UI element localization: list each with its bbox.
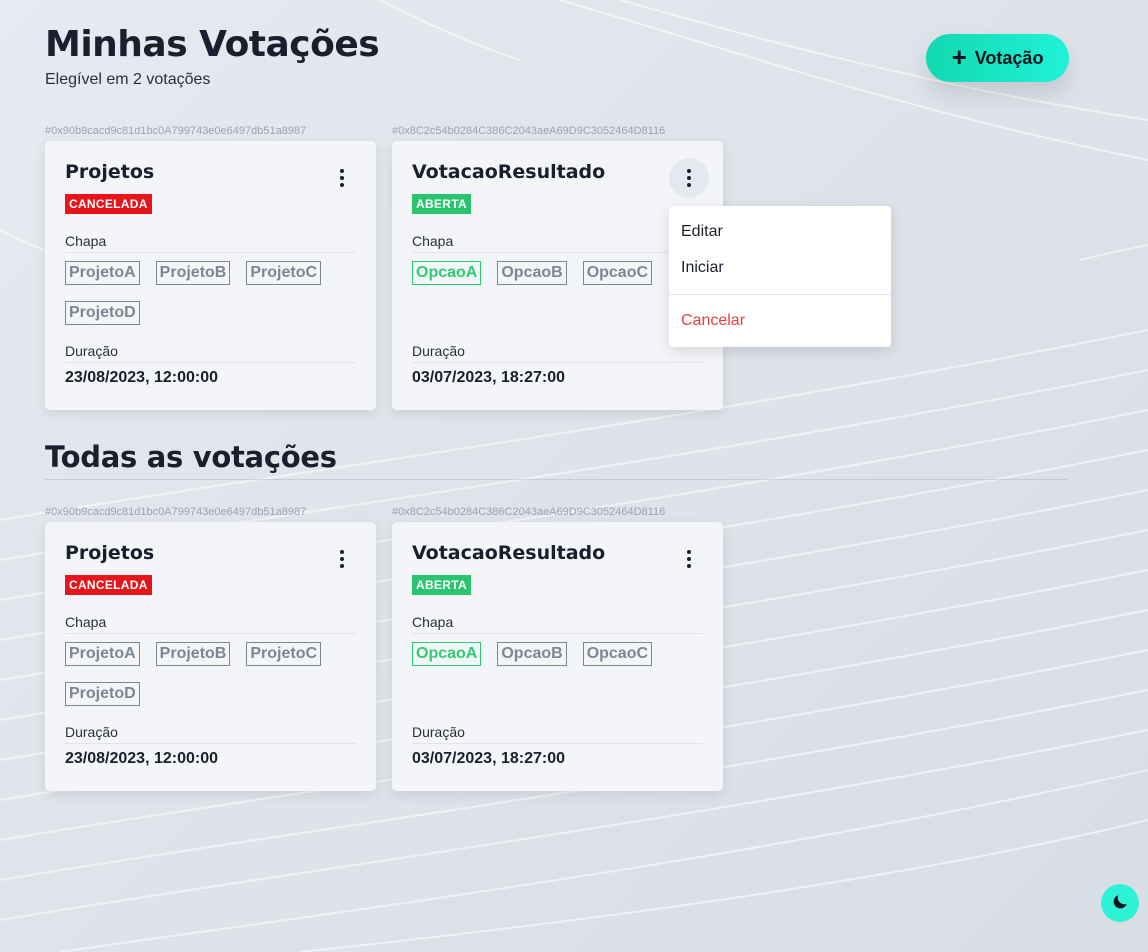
vote-title: Projetos [65,542,155,564]
menu-item-start[interactable]: Iniciar [681,259,724,277]
option-tag: OpcaoC [582,261,653,285]
more-vertical-icon [340,550,344,568]
vote-card: Projetos CANCELADA Chapa ProjetoA Projet… [45,522,376,791]
option-tag: OpcaoB [497,261,567,285]
divider [412,743,703,744]
page-subtitle: Elegível em 2 votações [45,71,211,88]
vote-title: VotacaoResultado [412,161,606,183]
page: Minhas Votações Elegível em 2 votações +… [0,0,1148,952]
divider [412,362,703,363]
options-list: OpcaoA OpcaoB OpcaoC [412,642,703,666]
option-tag: ProjetoD [65,301,140,325]
vote-title: VotacaoResultado [412,542,606,564]
duration-label: Duração [65,724,118,740]
status-badge: CANCELADA [65,575,152,595]
moon-icon [1111,893,1129,914]
chapa-label: Chapa [412,614,454,630]
card-menu-button[interactable] [669,539,709,579]
duration-label: Duração [65,343,118,359]
section-title: Todas as votações [45,440,337,474]
page-title: Minhas Votações [45,24,380,65]
option-tag: ProjetoA [65,261,140,285]
contract-address: #0x8C2c54b0284C386C2043aeA69D9C3052464D8… [392,506,666,518]
card-menu-button[interactable] [322,158,362,198]
options-list: ProjetoA ProjetoB ProjetoC ProjetoD [65,642,356,706]
card-menu-button[interactable] [322,539,362,579]
option-tag: OpcaoA [412,642,482,666]
duration-date: 03/07/2023, 18:27:00 [412,369,566,386]
options-list: ProjetoA ProjetoB ProjetoC ProjetoD [65,261,356,325]
menu-divider [669,294,891,295]
vote-title: Projetos [65,161,155,183]
duration-label: Duração [412,343,465,359]
option-tag: OpcaoB [497,642,567,666]
divider [412,252,703,253]
option-tag: ProjetoB [155,261,231,285]
option-tag: ProjetoB [155,642,231,666]
card-dropdown-menu: Editar Iniciar Cancelar [669,206,891,347]
contract-address: #0x90b9cacd9c81d1bc0A799743e0e6497db51a8… [45,125,307,137]
option-tag: OpcaoC [582,642,653,666]
card-menu-button[interactable] [669,158,709,198]
duration-date: 03/07/2023, 18:27:00 [412,750,566,767]
contract-address: #0x8C2c54b0284C386C2043aeA69D9C3052464D8… [392,125,666,137]
section-divider [45,479,1068,480]
chapa-label: Chapa [412,233,454,249]
new-vote-label: Votação [974,47,1044,68]
more-vertical-icon [340,169,344,187]
chapa-label: Chapa [65,614,107,630]
more-vertical-icon [687,550,691,568]
option-tag: ProjetoA [65,642,140,666]
option-tag: ProjetoC [246,642,322,666]
option-tag: ProjetoD [65,682,140,706]
option-tag: ProjetoC [246,261,322,285]
duration-date: 23/08/2023, 12:00:00 [65,369,219,386]
status-badge: ABERTA [412,194,471,214]
options-list: OpcaoA OpcaoB OpcaoC [412,261,703,285]
theme-toggle-button[interactable] [1101,884,1139,922]
status-badge: ABERTA [412,575,471,595]
vote-card: VotacaoResultado ABERTA Chapa OpcaoA Opc… [392,522,723,791]
contract-address: #0x90b9cacd9c81d1bc0A799743e0e6497db51a8… [45,506,307,518]
divider [412,633,703,634]
chapa-label: Chapa [65,233,107,249]
divider [65,252,356,253]
duration-label: Duração [412,724,465,740]
divider [65,743,356,744]
plus-icon: + [951,42,967,72]
menu-item-cancel[interactable]: Cancelar [681,312,745,330]
divider [65,362,356,363]
option-tag: OpcaoA [412,261,482,285]
new-vote-button[interactable]: + Votação [926,34,1069,82]
duration-date: 23/08/2023, 12:00:00 [65,750,219,767]
menu-item-edit[interactable]: Editar [681,223,723,241]
status-badge: CANCELADA [65,194,152,214]
divider [65,633,356,634]
vote-card: Projetos CANCELADA Chapa ProjetoA Projet… [45,141,376,410]
more-vertical-icon [687,169,691,187]
